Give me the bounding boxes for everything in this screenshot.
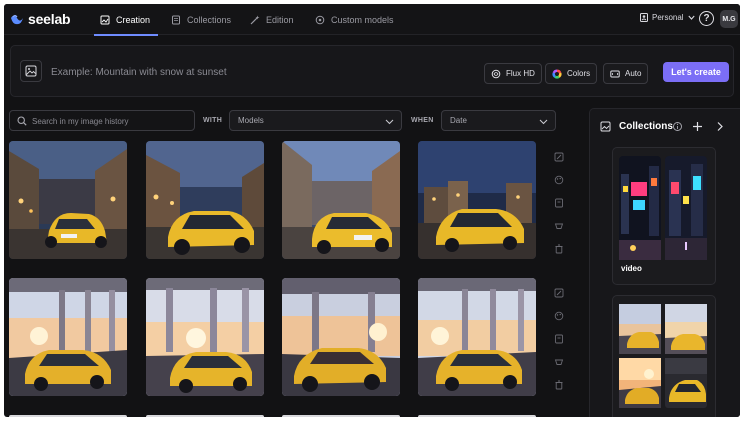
gallery-image[interactable] — [282, 141, 400, 259]
collection-thumbnail — [619, 304, 661, 354]
collections-title: Collections — [619, 121, 673, 132]
generated-car-image — [418, 141, 536, 259]
gallery-image[interactable] — [146, 141, 264, 259]
collection-name: R5 — [621, 416, 631, 417]
tab-creation[interactable]: Creation — [93, 4, 159, 36]
models-select[interactable]: Models — [229, 110, 402, 131]
generated-car-image — [282, 278, 400, 396]
collection-thumbnail — [619, 358, 661, 408]
wand-icon — [250, 15, 260, 24]
tab-edition[interactable]: Edition — [250, 4, 294, 35]
edit-icon[interactable] — [554, 152, 564, 162]
workspace-icon — [640, 13, 648, 22]
gallery-image[interactable] — [9, 415, 127, 417]
tab-collections[interactable]: Collections — [171, 4, 231, 35]
collection-thumbnail — [619, 156, 661, 260]
color-wheel-icon — [552, 68, 562, 79]
delete-icon[interactable] — [554, 380, 564, 390]
reframe-icon[interactable] — [554, 221, 564, 231]
chevron-down-icon — [539, 119, 548, 125]
option-label: Auto — [625, 69, 642, 78]
prompt-bar: Flux HD Colors Auto Let's create — [10, 45, 734, 97]
with-label: WITH — [203, 117, 223, 124]
gallery-image[interactable] — [418, 141, 536, 259]
image-edit-icon — [100, 15, 110, 24]
chevron-right-icon[interactable] — [714, 121, 725, 132]
tab-label: Custom models — [331, 14, 394, 25]
upload-image-button[interactable] — [20, 60, 42, 82]
save-icon[interactable] — [554, 334, 564, 344]
chevron-down-icon — [687, 15, 695, 20]
tab-label: Creation — [116, 14, 151, 25]
collection-thumbnail — [665, 304, 707, 354]
collection-card-video[interactable]: video — [612, 147, 716, 285]
collections-header: Collections — [600, 121, 673, 132]
gallery-image[interactable] — [282, 415, 400, 417]
generated-car-image — [282, 141, 400, 259]
aspect-ratio-icon — [610, 70, 620, 77]
tab-custom-models[interactable]: Custom models — [315, 4, 394, 35]
option-label: Colors — [567, 69, 591, 78]
gallery-image[interactable] — [9, 141, 127, 259]
model-option-button[interactable]: Flux HD — [484, 63, 542, 84]
delete-icon[interactable] — [554, 244, 564, 254]
info-icon[interactable] — [672, 121, 683, 132]
help-button[interactable]: ? — [699, 11, 714, 26]
generated-car-image — [146, 278, 264, 396]
when-label: WHEN — [411, 117, 434, 124]
brand-logo[interactable]: seelab — [10, 11, 71, 27]
collection-thumbnail — [665, 358, 707, 408]
reframe-icon[interactable] — [554, 357, 564, 367]
palette-icon[interactable] — [554, 311, 564, 321]
history-search — [9, 110, 195, 131]
collections-panel: Collections video — [589, 108, 740, 417]
chevron-down-icon — [385, 119, 394, 125]
gallery-image[interactable] — [146, 278, 264, 396]
collection-icon — [600, 121, 611, 132]
collection-icon — [172, 15, 180, 24]
user-avatar[interactable]: M.G — [720, 10, 738, 28]
workspace-selector[interactable]: Personal — [640, 13, 695, 22]
palette-icon[interactable] — [554, 175, 564, 185]
generated-car-image — [9, 278, 127, 396]
history-search-input[interactable] — [32, 115, 192, 127]
tab-label: Edition — [266, 14, 294, 25]
gallery-image[interactable] — [418, 278, 536, 396]
save-icon[interactable] — [554, 198, 564, 208]
colors-option-button[interactable]: Colors — [545, 63, 598, 84]
seelab-logo-icon — [11, 14, 23, 25]
date-select-value: Date — [450, 116, 467, 125]
gallery-image[interactable] — [282, 278, 400, 396]
gallery-image[interactable] — [9, 278, 127, 396]
image-icon — [25, 65, 37, 77]
date-select[interactable]: Date — [441, 110, 556, 131]
edit-icon[interactable] — [554, 288, 564, 298]
models-select-value: Models — [238, 116, 264, 125]
gallery-image[interactable] — [418, 415, 536, 417]
workspace-name: Personal — [652, 13, 684, 22]
gallery-image[interactable] — [146, 415, 264, 417]
generated-car-image — [9, 141, 127, 259]
prompt-input[interactable] — [51, 65, 351, 79]
search-icon — [17, 116, 27, 126]
generated-car-image — [418, 278, 536, 396]
model-icon — [315, 15, 325, 24]
option-label: Flux HD — [506, 69, 535, 78]
model-icon — [491, 69, 501, 78]
top-navigation: seelab Creation Collections Edition Cust… — [4, 4, 740, 36]
create-button[interactable]: Let's create — [663, 62, 729, 82]
add-icon[interactable] — [692, 121, 703, 132]
brand-name: seelab — [28, 11, 71, 27]
collection-card-r5[interactable]: R5 — [612, 295, 716, 417]
collection-thumbnail — [665, 156, 707, 260]
generated-car-image — [146, 141, 264, 259]
collection-name: video — [621, 264, 642, 273]
row-actions — [552, 152, 566, 254]
app-window: seelab Creation Collections Edition Cust… — [4, 4, 740, 417]
row-actions — [552, 288, 566, 390]
tab-label: Collections — [187, 14, 232, 25]
aspect-ratio-option-button[interactable]: Auto — [603, 63, 649, 84]
